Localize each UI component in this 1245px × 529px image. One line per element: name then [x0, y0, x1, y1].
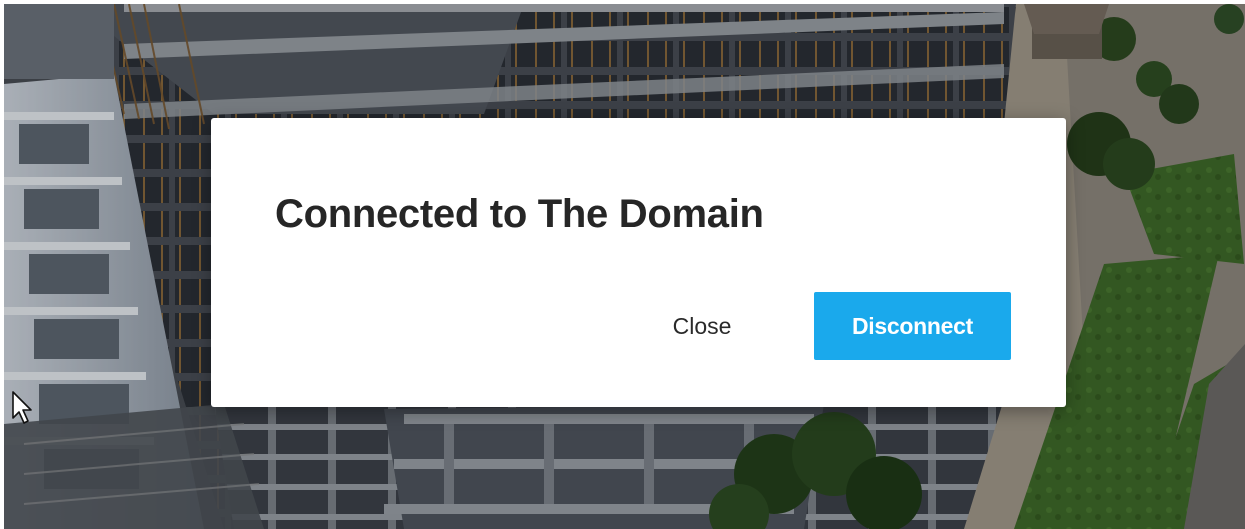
- dialog-title: Connected to The Domain: [275, 192, 764, 236]
- disconnect-button[interactable]: Disconnect: [814, 292, 1011, 360]
- mouse-pointer-icon: [12, 391, 32, 424]
- close-button[interactable]: Close: [637, 292, 767, 360]
- screen: Connected to The Domain Close Disconnect: [4, 4, 1245, 529]
- connection-dialog: Connected to The Domain Close Disconnect: [211, 118, 1066, 407]
